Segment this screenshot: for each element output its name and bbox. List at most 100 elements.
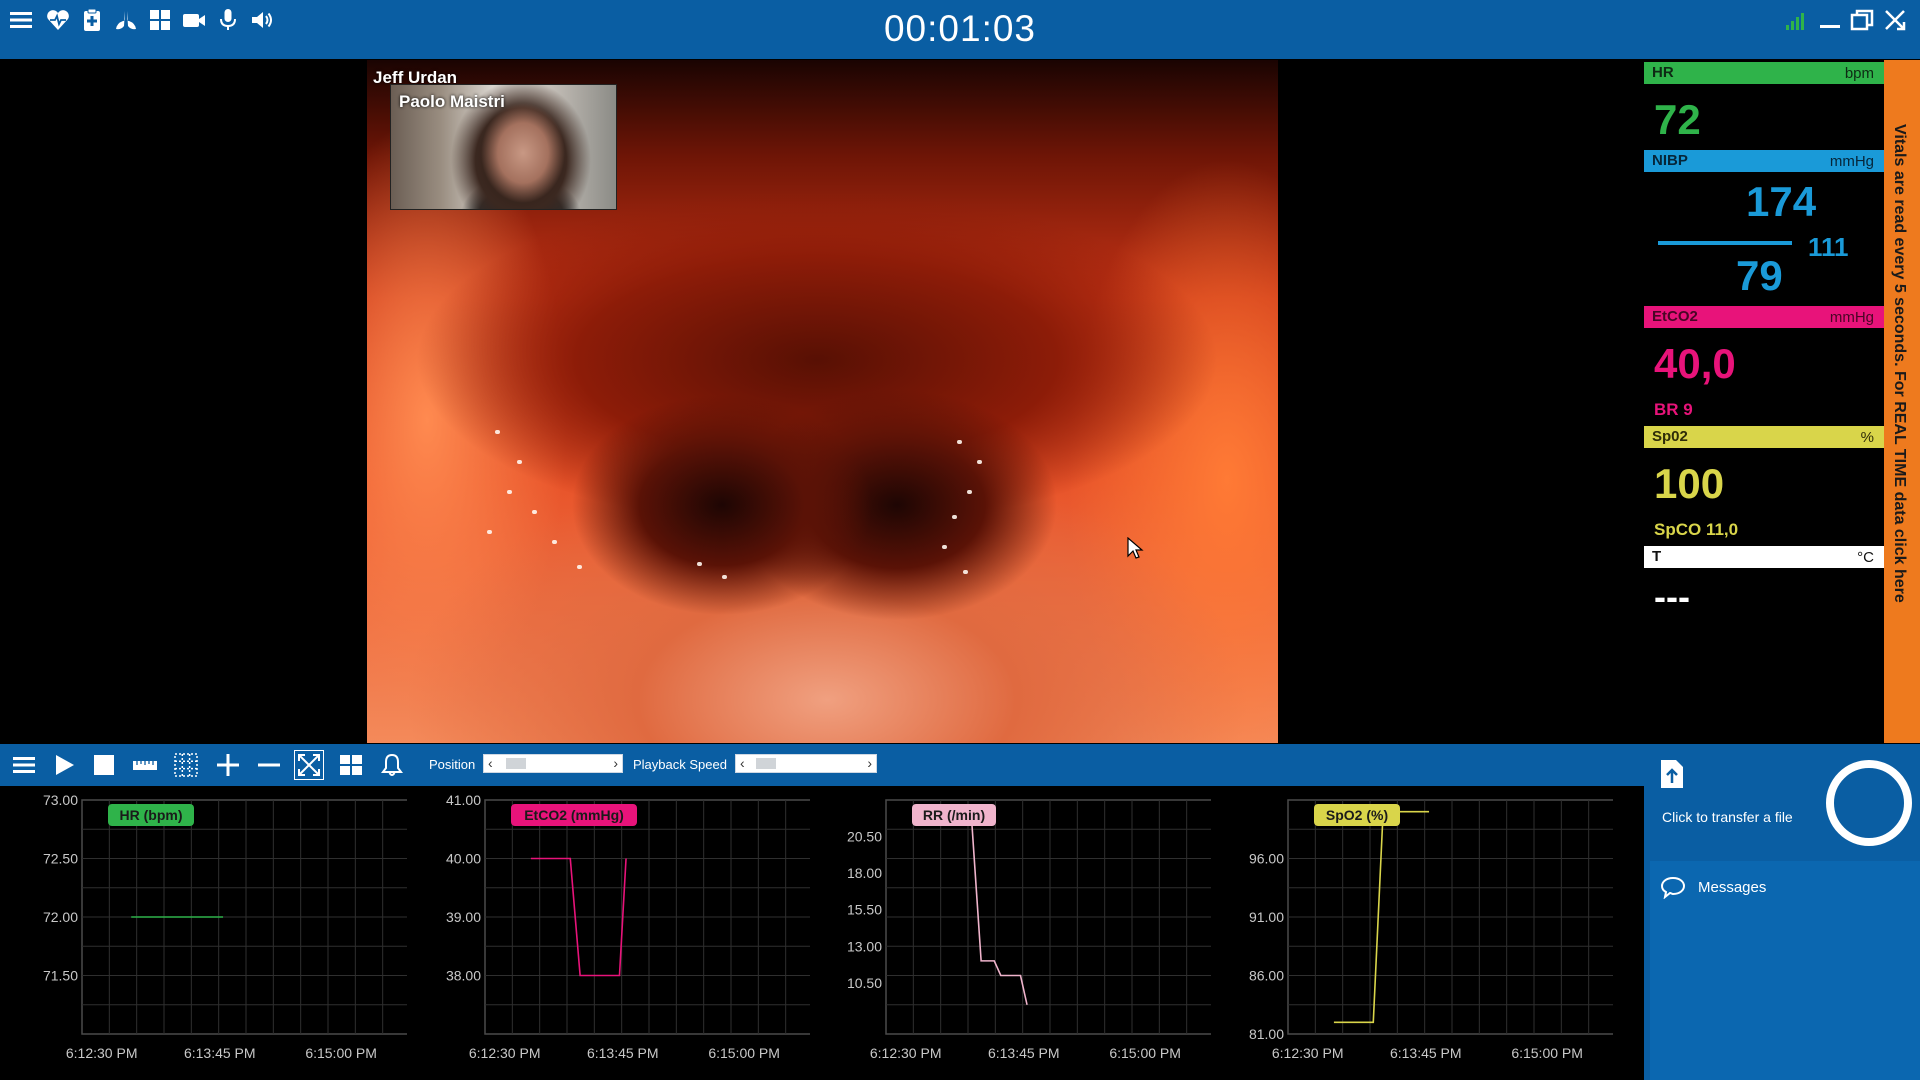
messages-label[interactable]: Messages bbox=[1698, 879, 1766, 896]
playback-speed-slider[interactable]: ‹ › bbox=[735, 754, 877, 773]
zoom-in-icon[interactable] bbox=[213, 750, 243, 780]
zoom-out-icon[interactable] bbox=[254, 750, 284, 780]
spo2-label: Sp02 bbox=[1652, 428, 1688, 445]
vitals-panel: HR bpm 72 NIBP mmHg 174 111 79 EtCO2 mmH… bbox=[1644, 60, 1884, 743]
etco2-legend-label: EtCO2 (mmHg) bbox=[524, 807, 624, 823]
nibp-systolic: 174 bbox=[1746, 178, 1817, 225]
etco2-x-tick-label: 6:12:30 PM bbox=[469, 1045, 541, 1061]
exit-icon[interactable] bbox=[1880, 6, 1910, 34]
nibp-mean: 111 bbox=[1808, 232, 1849, 262]
position-next-icon[interactable]: › bbox=[613, 755, 618, 772]
etco2-br: BR 9 bbox=[1654, 400, 1693, 419]
rr-y-tick-label: 20.50 bbox=[847, 829, 882, 845]
spo2-chart: 96.00 91.00 86.00 81.00 6:12:30 PM 6:13:45 PM… bbox=[1249, 799, 1613, 1061]
etco2-header: EtCO2 mmHg bbox=[1644, 306, 1884, 328]
position-thumb[interactable] bbox=[506, 758, 526, 769]
signal-icon bbox=[1781, 6, 1811, 34]
speed-next-icon[interactable]: › bbox=[867, 755, 872, 772]
session-timer: 00:01:03 bbox=[883, 8, 1037, 49]
position-slider[interactable]: ‹ › bbox=[483, 754, 623, 773]
hr-chart: 73.00 72.50 72.00 71.50 6:12:30 PM 6:13:45 PM… bbox=[43, 792, 407, 1061]
etco2-label: EtCO2 bbox=[1652, 308, 1698, 325]
loading-ring-icon bbox=[1826, 760, 1912, 846]
playback-speed-label: Playback Speed bbox=[633, 757, 727, 772]
spo2-unit: % bbox=[1860, 429, 1874, 446]
etco2-y-tick-label: 38.00 bbox=[446, 968, 481, 984]
rr-y-tick-label: 15.50 bbox=[847, 902, 882, 918]
spo2-x-tick-label: 6:13:45 PM bbox=[1390, 1045, 1462, 1061]
speed-thumb[interactable] bbox=[756, 758, 776, 769]
etco2-y-tick-label: 41.00 bbox=[446, 792, 481, 808]
messages-area[interactable]: Messages bbox=[1650, 861, 1920, 1080]
etco2-x-tick-label: 6:15:00 PM bbox=[708, 1045, 780, 1061]
chat-bubble-icon bbox=[1660, 875, 1686, 904]
rr-x-tick-label: 6:15:00 PM bbox=[1109, 1045, 1181, 1061]
nibp-unit: mmHg bbox=[1829, 153, 1874, 170]
pip-participant-name: Paolo Maistri bbox=[399, 92, 505, 111]
playback-toolbar: Position ‹ › Playback Speed ‹ › bbox=[0, 744, 1644, 786]
trend-charts: 73.00 72.50 72.00 71.50 6:12:30 PM 6:13:45 PM… bbox=[0, 786, 1644, 1080]
restore-icon[interactable] bbox=[1847, 6, 1877, 34]
realtime-vitals-banner[interactable]: Vitals are read every 5 seconds. For REA… bbox=[1884, 60, 1920, 743]
spo2-value: 100 bbox=[1654, 460, 1725, 507]
transfer-file-label: Click to transfer a file bbox=[1662, 809, 1793, 825]
etco2-y-tick-label: 40.00 bbox=[446, 851, 481, 867]
hr-label: HR bbox=[1652, 64, 1674, 81]
hr-y-tick-label: 73.00 bbox=[43, 792, 78, 808]
rr-legend-label: RR (/min) bbox=[923, 807, 985, 823]
spo2-header: Sp02 % bbox=[1644, 426, 1884, 448]
hr-y-tick-label: 71.50 bbox=[43, 968, 78, 984]
bell-icon[interactable] bbox=[377, 750, 407, 780]
top-bar: 00:01:03 bbox=[0, 0, 1920, 59]
side-panel: Click to transfer a file Messages bbox=[1644, 744, 1920, 1080]
rr-x-tick-label: 6:13:45 PM bbox=[988, 1045, 1060, 1061]
temp-value: --- bbox=[1654, 576, 1690, 617]
hr-x-tick-label: 6:15:00 PM bbox=[305, 1045, 377, 1061]
file-transfer-tile[interactable]: Click to transfer a file bbox=[1650, 750, 1816, 859]
pip-video[interactable]: Paolo Maistri bbox=[390, 84, 617, 210]
mouse-cursor-icon bbox=[1127, 536, 1145, 566]
minimize-icon[interactable] bbox=[1815, 6, 1845, 34]
hr-y-tick-label: 72.50 bbox=[43, 851, 78, 867]
stop-icon[interactable] bbox=[89, 750, 119, 780]
spo2-x-tick-label: 6:12:30 PM bbox=[1272, 1045, 1344, 1061]
temp-unit: °C bbox=[1857, 549, 1874, 566]
grid-toggle-icon[interactable] bbox=[171, 750, 201, 780]
play-icon[interactable] bbox=[49, 750, 79, 780]
position-prev-icon[interactable]: ‹ bbox=[488, 755, 493, 772]
video-feed[interactable]: Jeff Urdan Paolo Maistri bbox=[367, 60, 1278, 743]
spo2-y-tick-label: 96.00 bbox=[1249, 851, 1284, 867]
nibp-header: NIBP mmHg bbox=[1644, 150, 1884, 172]
temp-header: T °C bbox=[1644, 546, 1884, 568]
nibp-label: NIBP bbox=[1652, 152, 1688, 169]
spo2-x-tick-label: 6:15:00 PM bbox=[1511, 1045, 1583, 1061]
spo2-legend-label: SpO2 (%) bbox=[1326, 807, 1388, 823]
spo2-y-tick-label: 91.00 bbox=[1249, 909, 1284, 925]
file-upload-icon bbox=[1658, 758, 1686, 795]
rr-x-tick-label: 6:12:30 PM bbox=[870, 1045, 942, 1061]
rr-y-tick-label: 10.50 bbox=[847, 975, 882, 991]
rr-y-tick-label: 18.00 bbox=[847, 865, 882, 881]
etco2-chart: 41.00 40.00 39.00 38.00 6:12:30 PM 6:13:45 PM… bbox=[446, 792, 810, 1061]
realtime-vitals-text: Vitals are read every 5 seconds. For REA… bbox=[1891, 124, 1908, 603]
nibp-diastolic: 79 bbox=[1736, 252, 1783, 299]
etco2-x-tick-label: 6:13:45 PM bbox=[587, 1045, 659, 1061]
temp-label: T bbox=[1652, 548, 1662, 565]
nibp-divider bbox=[1658, 241, 1792, 245]
etco2-y-tick-label: 39.00 bbox=[446, 909, 481, 925]
hr-x-tick-label: 6:12:30 PM bbox=[66, 1045, 138, 1061]
spo2-y-tick-label: 81.00 bbox=[1249, 1026, 1284, 1042]
etco2-value: 40,0 bbox=[1654, 340, 1736, 387]
layout-icon[interactable] bbox=[336, 750, 366, 780]
ruler-icon[interactable] bbox=[130, 750, 160, 780]
menu-icon[interactable] bbox=[9, 750, 39, 780]
hr-x-tick-label: 6:13:45 PM bbox=[184, 1045, 256, 1061]
hr-y-tick-label: 72.00 bbox=[43, 909, 78, 925]
hr-unit: bpm bbox=[1844, 65, 1874, 82]
hr-value: 72 bbox=[1654, 96, 1701, 143]
rr-series-line bbox=[970, 814, 1028, 1005]
fit-screen-icon[interactable] bbox=[294, 750, 324, 780]
speed-prev-icon[interactable]: ‹ bbox=[740, 755, 745, 772]
rr-chart: 20.50 18.00 15.50 13.00 10.50 6:12:30 PM 6:13:… bbox=[847, 799, 1211, 1061]
spo2-y-tick-label: 86.00 bbox=[1249, 968, 1284, 984]
